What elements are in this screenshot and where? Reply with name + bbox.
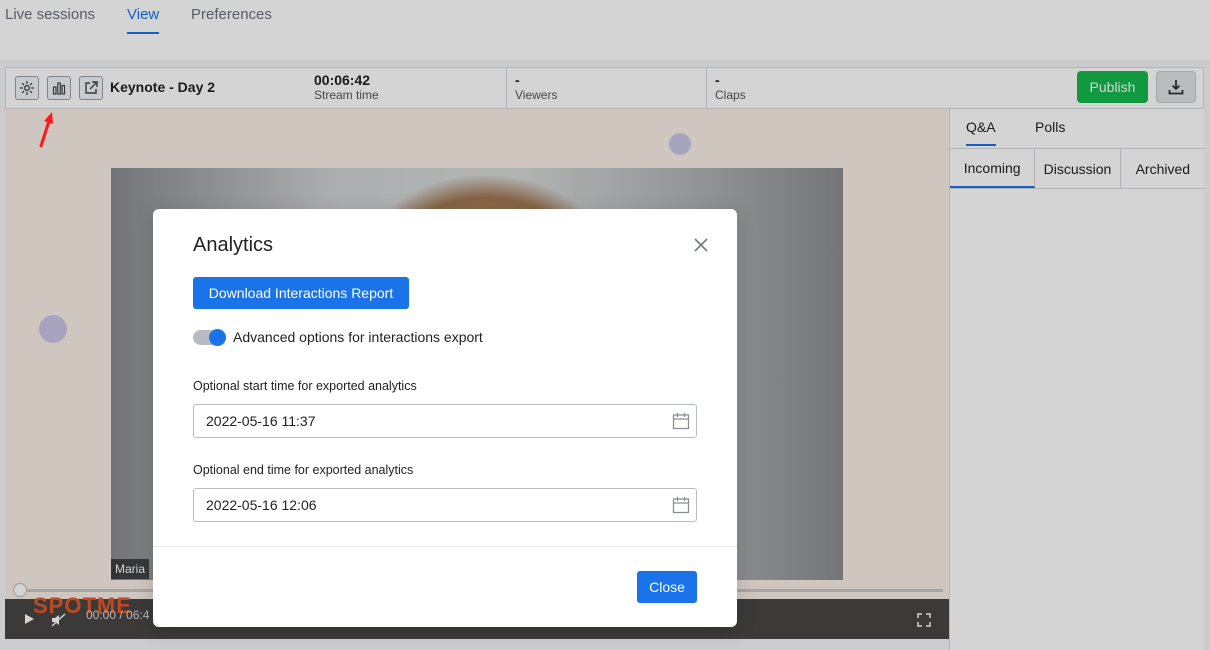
close-button[interactable]: Close <box>637 571 697 603</box>
toggle-knob <box>209 329 226 346</box>
calendar-icon[interactable] <box>672 412 690 430</box>
download-interactions-report-button[interactable]: Download Interactions Report <box>193 277 409 309</box>
modal-footer-divider <box>153 546 737 547</box>
start-time-label: Optional start time for exported analyti… <box>193 379 417 393</box>
start-time-input[interactable] <box>193 404 697 438</box>
analytics-modal: Analytics Download Interactions Report A… <box>153 209 737 627</box>
advanced-options-toggle[interactable] <box>193 329 226 346</box>
end-time-label: Optional end time for exported analytics <box>193 463 414 477</box>
annotation-arrow-icon <box>39 112 53 148</box>
modal-title: Analytics <box>193 234 274 256</box>
calendar-icon[interactable] <box>672 496 690 514</box>
modal-close-button[interactable] <box>691 235 711 255</box>
advanced-options-label: Advanced options for interactions export <box>233 329 483 345</box>
end-time-input[interactable] <box>193 488 697 522</box>
close-icon <box>694 238 708 252</box>
